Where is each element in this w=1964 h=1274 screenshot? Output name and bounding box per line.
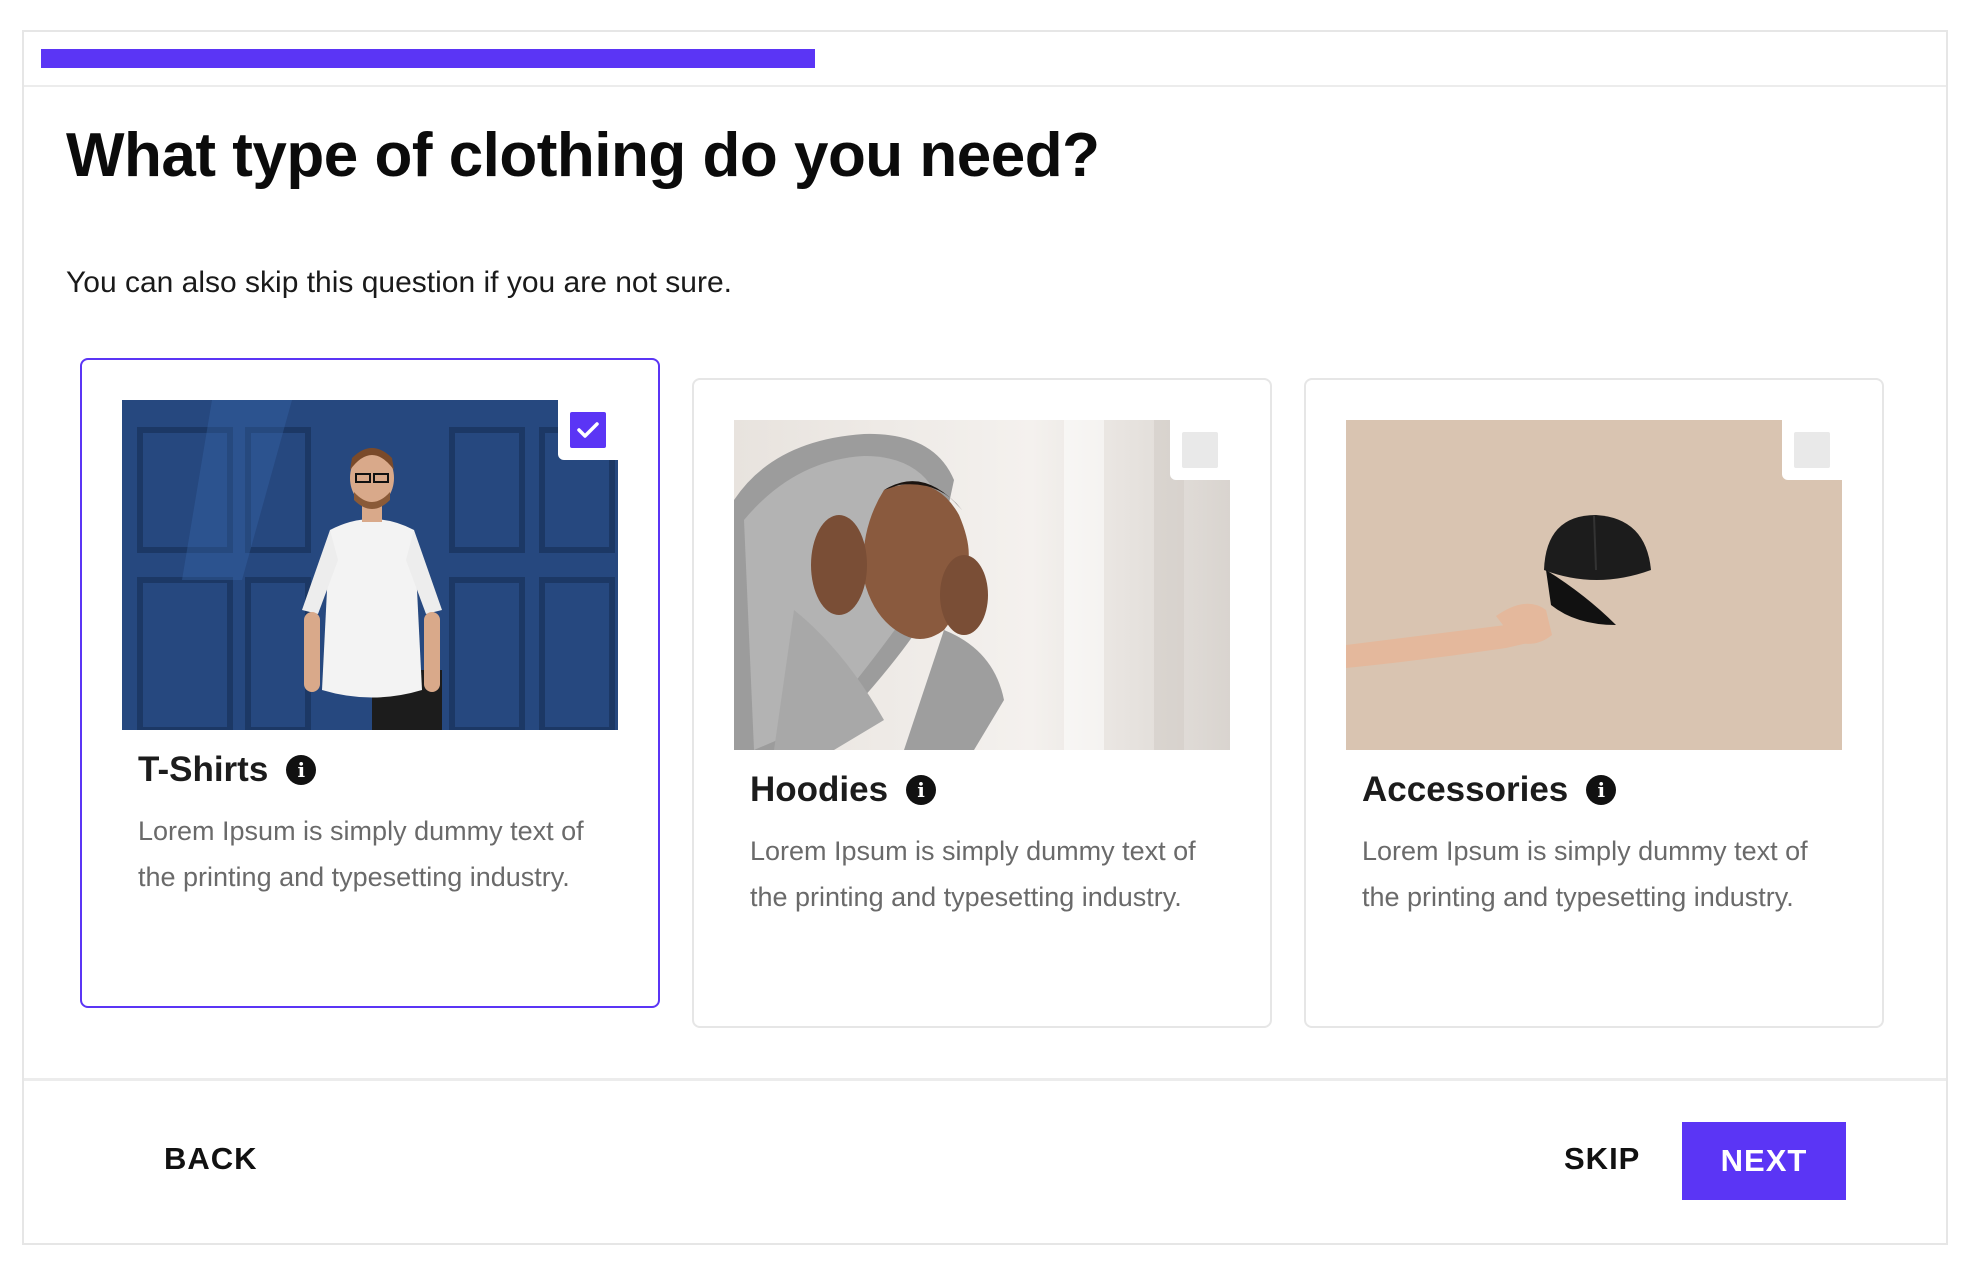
skip-button[interactable]: SKIP [1564, 1141, 1640, 1177]
info-icon[interactable]: i [286, 755, 317, 785]
option-name-row: Accessories i [1362, 770, 1617, 810]
progress-bar [24, 32, 1946, 87]
accessories-checkbox[interactable] [1782, 420, 1842, 480]
option-description: Lorem Ipsum is simply dummy text of the … [1362, 836, 1808, 912]
option-name-row: Hoodies i [750, 770, 937, 810]
accessories-image [1346, 420, 1842, 750]
option-card-hoodies[interactable]: Hoodies i Lorem Ipsum is simply dummy te… [692, 378, 1272, 1028]
next-button[interactable]: NEXT [1682, 1122, 1846, 1200]
checkbox-empty-icon [1794, 432, 1830, 468]
option-description: Lorem Ipsum is simply dummy text of the … [138, 816, 584, 892]
option-card-accessories[interactable]: Accessories i Lorem Ipsum is simply dumm… [1304, 378, 1884, 1028]
info-icon[interactable]: i [906, 775, 937, 805]
option-name-row: T-Shirts i [138, 750, 317, 790]
option-name: Hoodies [750, 770, 889, 809]
wizard-footer: BACK SKIP NEXT [24, 1078, 1946, 1245]
progress-fill [41, 49, 815, 68]
hoodies-image [734, 420, 1230, 750]
option-description: Lorem Ipsum is simply dummy text of the … [750, 836, 1196, 912]
tshirts-checkbox[interactable] [558, 400, 618, 460]
page-subtitle: You can also skip this question if you a… [66, 266, 732, 299]
info-icon[interactable]: i [1586, 775, 1617, 805]
option-name: Accessories [1362, 770, 1569, 809]
option-name: T-Shirts [138, 750, 269, 789]
checkmark-icon [570, 412, 606, 448]
checkbox-empty-icon [1182, 432, 1218, 468]
option-card-tshirts[interactable]: T-Shirts i Lorem Ipsum is simply dummy t… [80, 358, 660, 1008]
page-title: What type of clothing do you need? [66, 121, 1100, 190]
back-button[interactable]: BACK [164, 1141, 258, 1177]
hoodies-checkbox[interactable] [1170, 420, 1230, 480]
tshirts-image [122, 400, 618, 730]
wizard-frame: What type of clothing do you need? You c… [22, 30, 1948, 1245]
